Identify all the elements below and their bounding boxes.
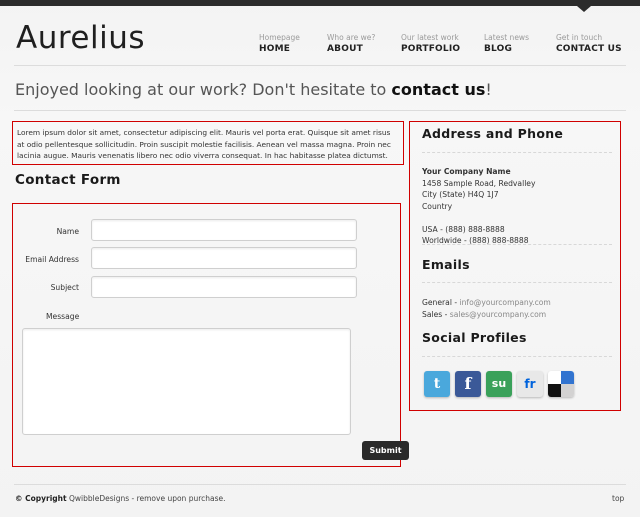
nav-subtitle: Who are we? — [327, 33, 376, 42]
divider — [422, 282, 612, 283]
email-sales-link[interactable]: sales@yourcompany.com — [450, 310, 546, 319]
footer-divider — [14, 484, 626, 485]
nav-subtitle: Our latest work — [401, 33, 459, 42]
facebook-icon[interactable]: f — [455, 371, 481, 397]
phone-usa: USA - (888) 888-8888 — [422, 224, 505, 234]
nav-label: BLOG — [484, 44, 513, 54]
message-textarea[interactable] — [22, 328, 351, 435]
nav-item-contact[interactable]: Get in touch CONTACT US — [556, 33, 622, 54]
nav-label: CONTACT US — [556, 44, 622, 54]
copyright-label: © Copyright — [15, 494, 67, 503]
email-input[interactable] — [91, 247, 357, 269]
footer-copyright: © Copyright QwibbleDesigns - remove upon… — [15, 494, 226, 503]
address-line: 1458 Sample Road, Redvalley — [422, 178, 536, 188]
email-general-link[interactable]: info@yourcompany.com — [460, 298, 551, 307]
contact-sidebar: Address and Phone Your Company Name 1458… — [409, 121, 621, 411]
nav-subtitle: Latest news — [484, 33, 529, 42]
divider — [422, 152, 612, 153]
subject-input[interactable] — [91, 276, 357, 298]
email-sales: Sales - sales@yourcompany.com — [422, 309, 551, 321]
nav-label: PORTFOLIO — [401, 44, 461, 54]
address-heading: Address and Phone — [422, 126, 564, 141]
name-label: Name — [56, 227, 79, 236]
emails-block: General - info@yourcompany.com Sales - s… — [422, 297, 551, 320]
subject-label: Subject — [50, 283, 79, 292]
address-line: Country — [422, 201, 453, 211]
flickr-icon[interactable]: fr — [517, 371, 543, 397]
tagline-end: ! — [485, 80, 492, 99]
nav-item-portfolio[interactable]: Our latest work PORTFOLIO — [401, 33, 460, 54]
company-name: Your Company Name — [422, 167, 511, 176]
header-divider — [14, 65, 626, 66]
back-to-top-link[interactable]: top — [612, 494, 624, 503]
address-block: Your Company Name 1458 Sample Road, Redv… — [422, 166, 535, 247]
social-heading: Social Profiles — [422, 330, 527, 345]
active-nav-indicator — [577, 6, 591, 12]
tagline-contact-link[interactable]: contact us — [391, 80, 485, 99]
nav-label: HOME — [259, 44, 291, 54]
email-sales-label: Sales - — [422, 309, 450, 319]
nav-label: ABOUT — [327, 44, 363, 54]
site-logo[interactable]: Aurelius — [16, 20, 145, 56]
nav-item-home[interactable]: Homepage HOME — [259, 33, 300, 54]
name-input[interactable] — [91, 219, 357, 241]
divider — [422, 244, 612, 245]
nav-item-blog[interactable]: Latest news BLOG — [484, 33, 529, 54]
stumbleupon-icon[interactable]: su — [486, 371, 512, 397]
tagline-text: Enjoyed looking at our work? Don't hesit… — [15, 80, 392, 99]
email-general: General - info@yourcompany.com — [422, 297, 551, 309]
address-line: City (State) H4Q 1J7 — [422, 190, 499, 199]
email-general-label: General - — [422, 298, 460, 307]
nav-subtitle: Homepage — [259, 33, 300, 42]
copyright-text: QwibbleDesigns - remove upon purchase. — [66, 494, 226, 503]
twitter-icon[interactable]: t — [424, 371, 450, 397]
delicious-icon[interactable] — [548, 371, 574, 397]
contact-form-title: Contact Form — [15, 172, 121, 188]
tagline-divider — [14, 110, 626, 111]
message-label: Message — [46, 312, 80, 321]
nav-item-about[interactable]: Who are we? ABOUT — [327, 33, 375, 54]
intro-paragraph: Lorem ipsum dolor sit amet, consectetur … — [12, 121, 404, 165]
emails-heading: Emails — [422, 257, 470, 272]
page-tagline: Enjoyed looking at our work? Don't hesit… — [15, 80, 492, 99]
email-label: Email Address — [25, 255, 79, 264]
top-bar — [0, 0, 640, 6]
divider — [422, 356, 612, 357]
nav-subtitle: Get in touch — [556, 33, 603, 42]
submit-button[interactable]: Submit — [362, 441, 409, 460]
